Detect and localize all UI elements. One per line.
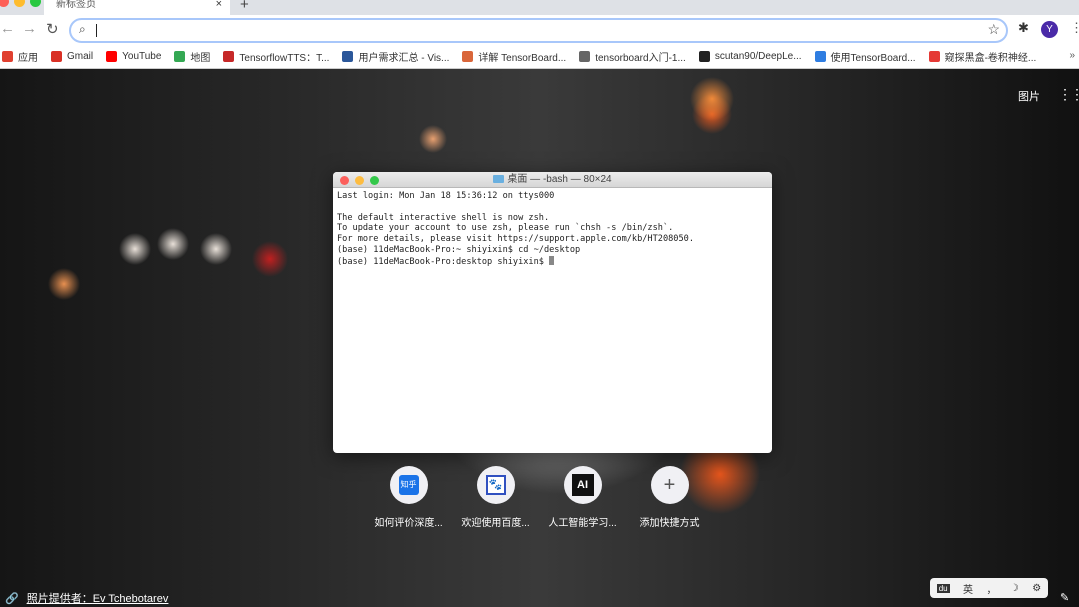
terminal-cursor — [549, 255, 555, 265]
bookmark-item[interactable]: tensorboard入门-1... — [579, 49, 686, 64]
shortcut-icon-circle: AI — [563, 466, 602, 504]
shortcut-label: 添加快捷方式 — [639, 518, 700, 529]
bookmark-favicon-icon — [698, 50, 710, 62]
shortcut-icon: 🐾 — [485, 475, 506, 495]
bookmark-item[interactable]: 窥探黑盒-卷积神经... — [928, 49, 1037, 64]
bookmark-item[interactable]: YouTube — [106, 50, 162, 62]
bookmark-label: TensorflowTTS：T... — [239, 52, 330, 64]
terminal-window[interactable]: 桌面 — -bash — 80×24 Last login: Mon Jan 1… — [333, 172, 772, 453]
tab-new-tab[interactable]: 新标签页 × — [44, 0, 230, 15]
bookmark-label: Gmail — [67, 50, 94, 62]
bookmark-favicon-icon — [106, 50, 118, 62]
shortcut-tile[interactable]: + 添加快捷方式 — [626, 466, 713, 529]
terminal-title: 桌面 — -bash — 80×24 — [507, 174, 612, 185]
photo-credit[interactable]: 🔗 照片提供者：Ev Tchebotarev — [5, 590, 168, 606]
close-window-button[interactable] — [0, 0, 9, 7]
shortcut-tile[interactable]: AI 人工智能学习... — [539, 466, 626, 529]
ime-punctuation-toggle[interactable]: ， — [986, 581, 996, 596]
terminal-zoom-button[interactable] — [370, 176, 379, 185]
bookmark-favicon-icon — [579, 50, 591, 62]
terminal-titlebar[interactable]: 桌面 — -bash — 80×24 — [333, 172, 772, 188]
shortcut-icon: AI — [571, 474, 594, 496]
folder-icon — [493, 175, 505, 183]
terminal-minimize-button[interactable] — [355, 176, 364, 185]
bookmark-label: scutan90/DeepLe... — [714, 50, 802, 62]
bookmark-item[interactable]: 用户需求汇总 - Vis... — [342, 49, 449, 64]
bookmark-item[interactable]: 详解 TensorBoard... — [462, 49, 566, 64]
apps-grid-icon[interactable]: ⋮⋮⋮ — [1058, 86, 1079, 103]
bookmark-favicon-icon — [928, 50, 940, 62]
bookmark-favicon-icon — [462, 50, 474, 62]
terminal-line: For more details, please visit https://s… — [337, 234, 694, 245]
toolbar: ← → ↻ ⌕ ☆ ✱ Y ⋮ — [0, 15, 1079, 44]
shortcut-label: 欢迎使用百度... — [461, 518, 530, 529]
bookmark-favicon-icon — [342, 50, 354, 62]
bookmark-item[interactable]: 地图 — [174, 49, 210, 64]
credit-name[interactable]: Ev Tchebotarev — [93, 593, 169, 605]
close-tab-icon[interactable]: × — [216, 0, 222, 10]
tab-strip: 新标签页 × + — [0, 0, 1079, 15]
shortcut-icon: 知乎 — [398, 475, 419, 495]
address-bar[interactable]: ⌕ ☆ — [69, 18, 1008, 43]
shortcut-icon-circle: 🐾 — [476, 466, 515, 504]
input-method-bar[interactable]: du 英 ， ☽ ⚙ — [930, 578, 1048, 598]
shortcut-label: 如何评价深度... — [374, 518, 443, 529]
terminal-line: The default interactive shell is now zsh… — [337, 212, 550, 223]
bookmark-label: 使用TensorBoard... — [830, 52, 916, 64]
bookmark-label: 窥探黑盒-卷积神经... — [944, 52, 1037, 64]
bookmark-label: YouTube — [122, 50, 162, 62]
shortcut-icon: + — [663, 473, 676, 496]
terminal-line: (base) 11deMacBook-Pro:desktop shiyixin$ — [337, 256, 550, 267]
tab-title: 新标签页 — [56, 0, 96, 10]
bookmark-item[interactable]: 使用TensorBoard... — [814, 49, 916, 64]
shortcut-icon-circle: 知乎 — [389, 466, 428, 504]
bookmark-favicon-icon — [174, 50, 186, 62]
shortcut-tile[interactable]: 知乎如何评价深度... — [365, 466, 452, 529]
terminal-line: To update your account to use zsh, pleas… — [337, 223, 674, 234]
shortcut-icon-circle: + — [650, 466, 689, 504]
photos-link[interactable]: 图片 — [1018, 88, 1040, 104]
credit-prefix: 照片提供者： — [26, 593, 93, 605]
terminal-line: Last login: Mon Jan 18 15:36:12 on ttys0… — [337, 191, 555, 201]
bookmark-label: 详解 TensorBoard... — [478, 52, 567, 64]
bookmark-label: 地图 — [190, 52, 211, 64]
bookmark-star-icon[interactable]: ☆ — [987, 21, 1000, 38]
bookmark-item[interactable]: 应用 — [2, 49, 38, 64]
address-input[interactable] — [96, 24, 97, 37]
bookmarks-bar: 应用 Gmail YouTube 地图 TensorflowTTS：T... 用户需求汇总… — [0, 44, 1079, 69]
terminal-close-button[interactable] — [340, 176, 349, 185]
bookmark-label: 应用 — [18, 52, 38, 64]
moon-icon[interactable]: ☽ — [1010, 583, 1019, 594]
bookmark-label: tensorboard入门-1... — [595, 52, 686, 64]
gear-icon[interactable]: ⚙ — [1032, 583, 1041, 594]
new-tab-button[interactable]: + — [240, 0, 249, 13]
bookmark-label: 用户需求汇总 - Vis... — [358, 52, 450, 64]
extensions-icon[interactable]: ✱ — [1018, 20, 1029, 36]
terminal-output[interactable]: Last login: Mon Jan 18 15:36:12 on ttys0… — [333, 188, 772, 271]
forward-button[interactable]: → — [22, 20, 37, 37]
shortcut-tile[interactable]: 🐾 欢迎使用百度... — [452, 466, 539, 529]
baidu-ime-logo: du — [936, 583, 950, 593]
bookmark-favicon-icon — [223, 50, 235, 62]
menu-icon[interactable]: ⋮ — [1070, 20, 1079, 36]
bookmark-favicon-icon — [51, 50, 62, 62]
shortcut-label: 人工智能学习... — [548, 518, 617, 529]
bookmark-item[interactable]: scutan90/DeepLe... — [698, 50, 802, 62]
back-button[interactable]: ← — [0, 20, 15, 37]
zoom-window-button[interactable] — [30, 0, 41, 7]
bookmark-item[interactable]: TensorflowTTS：T... — [223, 49, 329, 64]
search-icon: ⌕ — [79, 22, 86, 36]
ime-language-toggle[interactable]: 英 — [963, 581, 973, 596]
bookmark-item[interactable]: Gmail — [51, 50, 94, 62]
customize-pen-icon[interactable]: ✎ — [1060, 591, 1069, 604]
shortcuts: 知乎如何评价深度... 🐾 欢迎使用百度... AI 人工智能学习... + 添加快捷方式 — [365, 466, 713, 529]
bookmark-favicon-icon — [2, 50, 13, 62]
profile-avatar[interactable]: Y — [1041, 21, 1058, 38]
bookmark-favicon-icon — [814, 50, 826, 62]
minimize-window-button[interactable] — [14, 0, 25, 7]
reload-button[interactable]: ↻ — [46, 20, 59, 38]
more-bookmarks-button[interactable]: » — [1069, 50, 1075, 61]
terminal-line: (base) 11deMacBook-Pro:~ shiyixin$ cd ~/… — [337, 244, 581, 255]
